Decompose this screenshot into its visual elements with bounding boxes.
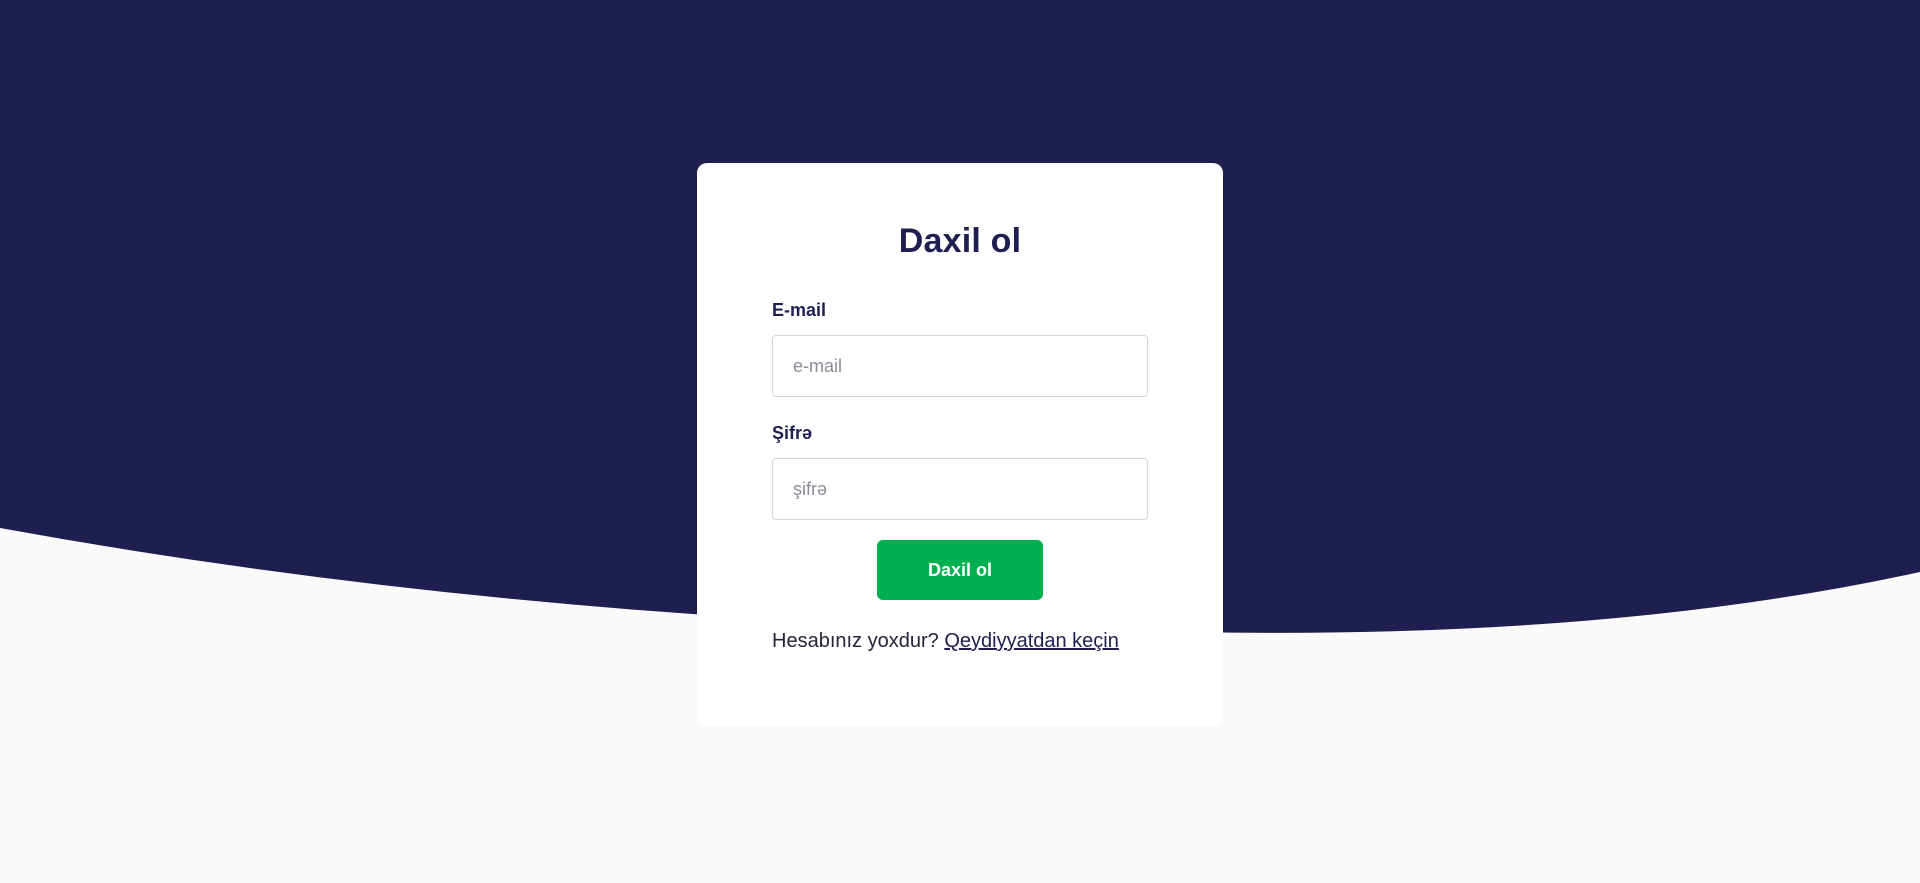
no-account-text: Hesabınız yoxdur? [772,630,939,652]
login-button[interactable]: Daxil ol [877,540,1043,600]
login-form: E-mail Şifrə Daxil ol [772,299,1148,600]
login-card: Daxil ol E-mail Şifrə Daxil ol Hesabınız… [697,163,1223,726]
login-page: Daxil ol E-mail Şifrə Daxil ol Hesabınız… [0,0,1920,883]
password-label: Şifrə [772,423,813,443]
page-title: Daxil ol [898,222,1022,260]
email-label: E-mail [772,300,827,320]
register-link[interactable]: Qeydiyyatdan keçin [944,630,1119,652]
email-field[interactable] [772,335,1148,397]
signup-prompt: Hesabınız yoxdur? Qeydiyyatdan keçin [772,629,1148,653]
password-field[interactable] [772,458,1148,520]
